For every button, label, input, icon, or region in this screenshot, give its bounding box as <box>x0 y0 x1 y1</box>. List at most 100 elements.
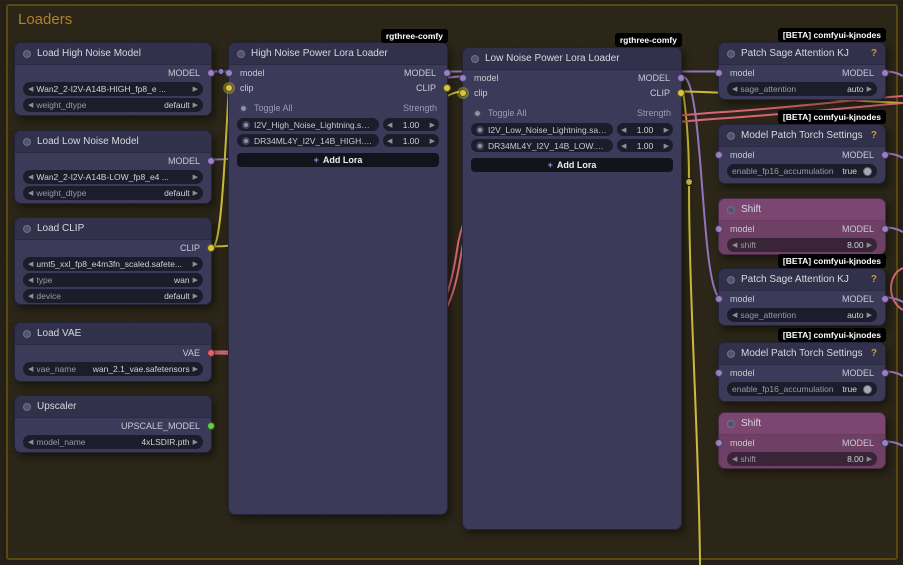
node-shift-2[interactable]: Shift model MODEL ◀ shift 8.00 ▶ <box>718 412 886 469</box>
sage-attention-combo[interactable]: ◀ sage_attention auto ▶ <box>727 82 877 96</box>
shift-value-combo[interactable]: ◀ shift 8.00 ▶ <box>727 238 877 252</box>
combo-right-arrow-icon[interactable]: ▶ <box>664 142 669 150</box>
node-header[interactable]: Patch Sage Attention KJ ? <box>719 43 885 65</box>
lora-enable-toggle[interactable] <box>242 137 250 145</box>
combo-right-arrow-icon[interactable]: ▶ <box>430 137 435 145</box>
combo-left-arrow-icon[interactable]: ◀ <box>387 121 392 129</box>
upscale-model-output-slot[interactable] <box>207 422 215 430</box>
combo-left-arrow-icon[interactable]: ◀ <box>28 276 33 284</box>
lora-strength-combo[interactable]: ◀ 1.00 ▶ <box>383 134 439 147</box>
clip-input-slot[interactable] <box>459 89 467 97</box>
model-output-slot[interactable] <box>207 157 215 165</box>
reroute-dot[interactable] <box>686 179 693 186</box>
combo-left-arrow-icon[interactable]: ◀ <box>732 455 737 463</box>
combo-right-arrow-icon[interactable]: ▶ <box>193 365 198 373</box>
model-input-slot[interactable] <box>715 69 723 77</box>
toggle-all-switch[interactable] <box>239 104 248 113</box>
node-graph-canvas[interactable]: Loaders Load High Noise Model MODEL <box>0 0 903 565</box>
clip-name-combo[interactable]: ◀ umt5_xxl_fp8_e4m3fn_scaled.safete... ▶ <box>23 257 203 271</box>
node-header[interactable]: Upscaler <box>15 396 211 418</box>
model-output-slot[interactable] <box>881 151 889 159</box>
node-header[interactable]: Low Noise Power Lora Loader <box>463 48 681 70</box>
combo-left-arrow-icon[interactable]: ◀ <box>28 101 33 109</box>
fp16-accumulation-toggle[interactable]: enable_fp16_accumulation true <box>727 382 877 396</box>
collapse-dot-icon[interactable] <box>727 206 735 214</box>
collapse-dot-icon[interactable] <box>727 276 735 284</box>
combo-right-arrow-icon[interactable]: ▶ <box>867 241 872 249</box>
combo-right-arrow-icon[interactable]: ▶ <box>193 276 198 284</box>
combo-right-arrow-icon[interactable]: ▶ <box>193 173 198 181</box>
collapse-dot-icon[interactable] <box>237 50 245 58</box>
collapse-dot-icon[interactable] <box>23 50 31 58</box>
lora-enable-toggle[interactable] <box>476 126 484 134</box>
toggle-knob-icon[interactable] <box>863 167 872 176</box>
combo-right-arrow-icon[interactable]: ▶ <box>430 121 435 129</box>
node-header[interactable]: Load CLIP <box>15 218 211 240</box>
reroute-dot[interactable] <box>218 68 224 74</box>
combo-right-arrow-icon[interactable]: ▶ <box>867 455 872 463</box>
add-lora-button[interactable]: + Add Lora <box>237 153 439 167</box>
sage-attention-combo[interactable]: ◀ sage_attention auto ▶ <box>727 308 877 322</box>
model-output-slot[interactable] <box>881 225 889 233</box>
clip-output-slot[interactable] <box>443 84 451 92</box>
model-input-slot[interactable] <box>715 225 723 233</box>
model-output-slot[interactable] <box>677 74 685 82</box>
vae-name-combo[interactable]: ◀ vae_name wan_2.1_vae.safetensors ▶ <box>23 362 203 376</box>
node-header[interactable]: Model Patch Torch Settings ? <box>719 125 885 147</box>
combo-left-arrow-icon[interactable]: ◀ <box>28 173 33 181</box>
combo-right-arrow-icon[interactable]: ▶ <box>193 189 198 197</box>
vae-output-slot[interactable] <box>207 349 215 357</box>
lora-strength-combo[interactable]: ◀ 1.00 ▶ <box>617 139 673 152</box>
combo-right-arrow-icon[interactable]: ▶ <box>867 311 872 319</box>
lora-select-pill[interactable]: DR34ML4Y_I2V_14B_HIGH.safete... <box>237 134 379 147</box>
combo-left-arrow-icon[interactable]: ◀ <box>28 365 33 373</box>
collapse-dot-icon[interactable] <box>727 420 735 428</box>
node-load-high-noise-model[interactable]: Load High Noise Model MODEL ◀ Wan2_2-I2V… <box>14 42 212 116</box>
collapse-dot-icon[interactable] <box>23 225 31 233</box>
shift-value-combo[interactable]: ◀ shift 8.00 ▶ <box>727 452 877 466</box>
node-header[interactable]: Model Patch Torch Settings ? <box>719 343 885 365</box>
combo-right-arrow-icon[interactable]: ▶ <box>193 101 198 109</box>
combo-right-arrow-icon[interactable]: ▶ <box>193 292 198 300</box>
clip-type-combo[interactable]: ◀ type wan ▶ <box>23 273 203 287</box>
clip-output-slot[interactable] <box>207 244 215 252</box>
help-icon[interactable]: ? <box>871 274 877 285</box>
combo-right-arrow-icon[interactable]: ▶ <box>867 85 872 93</box>
combo-right-arrow-icon[interactable]: ▶ <box>193 260 198 268</box>
lora-select-pill[interactable]: DR34ML4Y_I2V_14B_LOW.safeten... <box>471 139 613 152</box>
combo-left-arrow-icon[interactable]: ◀ <box>387 137 392 145</box>
weight-dtype-combo[interactable]: ◀ weight_dtype default ▶ <box>23 98 203 112</box>
combo-left-arrow-icon[interactable]: ◀ <box>28 189 33 197</box>
model-output-slot[interactable] <box>881 369 889 377</box>
combo-left-arrow-icon[interactable]: ◀ <box>732 85 737 93</box>
collapse-dot-icon[interactable] <box>23 403 31 411</box>
collapse-dot-icon[interactable] <box>727 132 735 140</box>
lora-enable-toggle[interactable] <box>242 121 250 129</box>
combo-right-arrow-icon[interactable]: ▶ <box>193 438 198 446</box>
node-header[interactable]: Shift <box>719 413 885 435</box>
node-header[interactable]: Patch Sage Attention KJ ? <box>719 269 885 291</box>
node-model-patch-torch-settings-1[interactable]: Model Patch Torch Settings ? model MODEL… <box>718 124 886 184</box>
clip-input-slot[interactable] <box>225 84 233 92</box>
toggle-knob-icon[interactable] <box>863 385 872 394</box>
model-output-slot[interactable] <box>881 69 889 77</box>
upscale-model-combo[interactable]: ◀ model_name 4xLSDIR.pth ▶ <box>23 435 203 449</box>
clip-device-combo[interactable]: ◀ device default ▶ <box>23 289 203 303</box>
lora-select-pill[interactable]: I2V_Low_Noise_Lightning.safetensors <box>471 123 613 136</box>
model-output-slot[interactable] <box>881 439 889 447</box>
model-input-slot[interactable] <box>715 439 723 447</box>
clip-output-slot[interactable] <box>677 89 685 97</box>
lora-strength-combo[interactable]: ◀ 1.00 ▶ <box>617 123 673 136</box>
node-shift-1[interactable]: Shift model MODEL ◀ shift 8.00 ▶ <box>718 198 886 255</box>
collapse-dot-icon[interactable] <box>23 330 31 338</box>
lora-enable-toggle[interactable] <box>476 142 484 150</box>
model-output-slot[interactable] <box>443 69 451 77</box>
node-upscaler[interactable]: Upscaler UPSCALE_MODEL ◀ model_name 4xLS… <box>14 395 212 453</box>
node-high-noise-power-lora-loader[interactable]: High Noise Power Lora Loader model MODEL… <box>228 42 448 515</box>
node-low-noise-power-lora-loader[interactable]: Low Noise Power Lora Loader model MODEL … <box>462 47 682 530</box>
node-load-clip[interactable]: Load CLIP CLIP ◀ umt5_xxl_fp8_e4m3fn_sca… <box>14 217 212 305</box>
fp16-accumulation-toggle[interactable]: enable_fp16_accumulation true <box>727 164 877 178</box>
node-load-low-noise-model[interactable]: Load Low Noise Model MODEL ◀ Wan2_2-I2V-… <box>14 130 212 204</box>
node-header[interactable]: Load High Noise Model <box>15 43 211 65</box>
model-input-slot[interactable] <box>225 69 233 77</box>
